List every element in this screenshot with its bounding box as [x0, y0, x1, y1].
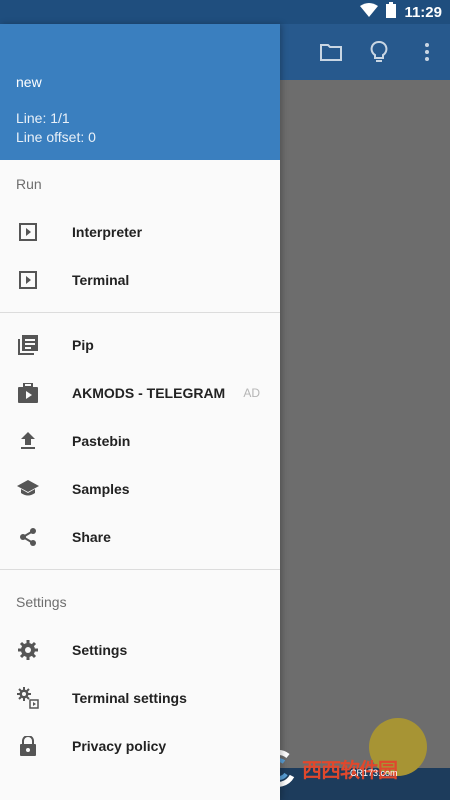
menu-item-pip[interactable]: Pip — [0, 321, 280, 369]
menu-item-samples[interactable]: Samples — [0, 465, 280, 513]
ad-badge: AD — [243, 386, 260, 400]
line-offset: Line offset: 0 — [16, 129, 96, 145]
menu-item-settings[interactable]: Settings — [0, 626, 280, 674]
file-name: new — [16, 74, 42, 90]
menu-item-label: Privacy policy — [72, 738, 167, 754]
battery-icon — [386, 1, 397, 23]
menu-item-terminal-settings[interactable]: Terminal settings — [0, 674, 280, 722]
menu-item-pastebin[interactable]: Pastebin — [0, 417, 280, 465]
menu-item-label: Samples — [72, 481, 130, 497]
menu-item-privacy-policy[interactable]: Privacy policy — [0, 722, 280, 770]
navigation-drawer: new Line: 1/1 Line offset: 0 Run Interpr… — [0, 24, 280, 800]
menu-item-share[interactable]: Share — [0, 513, 280, 561]
divider — [0, 569, 280, 570]
lightbulb-icon[interactable] — [368, 41, 390, 63]
menu-item-label: Pip — [72, 337, 94, 353]
menu-item-akmods-telegram[interactable]: AKMODS - TELEGRAM AD — [0, 369, 280, 417]
drawer-header: new Line: 1/1 Line offset: 0 — [0, 24, 280, 160]
video-briefcase-icon — [16, 381, 40, 405]
wifi-icon — [360, 2, 379, 22]
status-bar: 11:29 — [0, 0, 450, 24]
watermark-logo: 西西软件园 CR173.com — [258, 748, 430, 790]
library-books-icon — [16, 333, 40, 357]
section-settings: Settings — [16, 594, 67, 610]
play-box-icon — [16, 268, 40, 292]
section-run: Run — [16, 176, 42, 192]
menu-item-label: Interpreter — [72, 224, 143, 240]
terminal-settings-icon — [16, 686, 40, 710]
menu-item-label: Terminal — [72, 272, 130, 288]
lock-icon — [16, 734, 40, 758]
folder-icon[interactable] — [320, 41, 342, 63]
menu-item-label: Settings — [72, 642, 128, 658]
menu-item-interpreter[interactable]: Interpreter — [0, 208, 280, 256]
divider — [0, 312, 280, 313]
school-icon — [16, 477, 40, 501]
line-info: Line: 1/1 Line offset: 0 — [16, 109, 96, 147]
menu-item-terminal[interactable]: Terminal — [0, 256, 280, 304]
menu-item-label: Pastebin — [72, 433, 131, 449]
status-time: 11:29 — [404, 3, 442, 21]
watermark-subtext: CR173.com — [350, 768, 398, 778]
status-right: 11:29 — [360, 0, 442, 24]
line-position: Line: 1/1 — [16, 110, 70, 126]
more-vert-icon[interactable] — [416, 41, 438, 63]
menu-item-label: Terminal settings — [72, 690, 187, 706]
gear-icon — [16, 638, 40, 662]
upload-icon — [16, 429, 40, 453]
menu-item-label: AKMODS - TELEGRAM — [72, 385, 226, 401]
menu-item-label: Share — [72, 529, 111, 545]
share-icon — [16, 525, 40, 549]
play-box-icon — [16, 220, 40, 244]
